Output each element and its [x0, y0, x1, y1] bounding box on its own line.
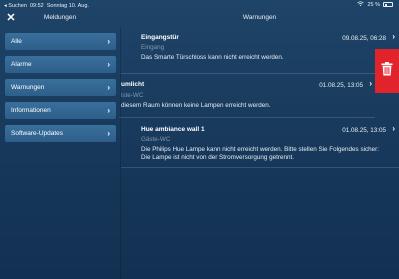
wifi-icon: [357, 1, 365, 8]
page-title: Warnungen: [242, 14, 277, 21]
status-bar: ◂ Suchen 09:52 Sonntag 10. Aug. 25 %: [0, 0, 399, 11]
status-date: Sonntag 10. Aug.: [46, 2, 89, 9]
warning-location: Eingang: [141, 44, 165, 51]
status-time: 09:52: [29, 2, 44, 9]
warning-time: 01.08.25, 13:05: [319, 82, 363, 89]
battery-icon: [383, 2, 393, 7]
list-item[interactable]: Hue ambiance wall 1 01.08.25, 13:05 › Gä…: [121, 118, 399, 168]
warning-message: Das Smarte Türschloss kann nicht erreich…: [141, 54, 284, 61]
chevron-right-icon: ›: [107, 129, 110, 138]
warning-title: Hue ambiance wall 1: [141, 126, 205, 133]
chevron-right-icon: ›: [107, 60, 110, 69]
warning-message-detail: Die Lampe ist nicht von der Stromversorg…: [141, 154, 294, 161]
warning-time: 01.08.25, 13:05: [342, 127, 386, 134]
sidebar: Alle › Alarme › Warnungen › Informatione…: [5, 33, 116, 148]
sidebar-item-warnungen[interactable]: Warnungen ›: [5, 79, 116, 96]
warning-message: diesem Raum können keine Lampen erreicht…: [121, 102, 271, 109]
sidebar-item-label: Informationen: [11, 107, 51, 114]
chevron-right-icon: ›: [107, 83, 110, 92]
chevron-right-icon: ›: [107, 37, 110, 46]
trash-icon: [381, 61, 393, 81]
chevron-right-icon: ›: [392, 32, 395, 41]
sidebar-item-alle[interactable]: Alle ›: [5, 33, 116, 50]
back-to-search-link[interactable]: ◂ Suchen: [4, 3, 27, 9]
sidebar-item-label: Alarme: [11, 61, 32, 68]
nav-header: ✕ Meldungen Warnungen: [0, 11, 399, 27]
chevron-right-icon: ›: [392, 124, 395, 133]
sidebar-item-informationen[interactable]: Informationen ›: [5, 102, 116, 119]
warning-title: umlicht: [121, 81, 145, 88]
warning-location: iste-WC: [121, 92, 144, 99]
chevron-right-icon: ›: [107, 106, 110, 115]
chevron-right-icon: ›: [369, 79, 372, 88]
warning-list: Eingangstür 09.08.25, 06:28 › Eingang Da…: [119, 27, 399, 168]
sidebar-item-alarme[interactable]: Alarme ›: [5, 56, 116, 73]
list-item[interactable]: Eingangstür 09.08.25, 06:28 › Eingang Da…: [121, 27, 399, 74]
sidebar-title: Meldungen: [43, 14, 77, 21]
sidebar-item-label: Alle: [11, 38, 22, 45]
warning-location: Gäste-WC: [141, 136, 171, 143]
warning-message: Die Philips Hue Lampe kann nicht erreich…: [141, 146, 380, 153]
sidebar-item-label: Warnungen: [11, 84, 45, 91]
warning-title: Eingangstür: [141, 34, 179, 41]
delete-button[interactable]: [375, 49, 399, 93]
sidebar-item-software-updates[interactable]: Software-Updates ›: [5, 125, 116, 142]
sidebar-item-label: Software-Updates: [11, 130, 64, 137]
battery-percent: 25 %: [367, 1, 380, 8]
list-item[interactable]: umlicht 01.08.25, 13:05 › iste-WC diesem…: [119, 74, 375, 118]
warning-time: 09.08.25, 06:28: [342, 35, 386, 42]
